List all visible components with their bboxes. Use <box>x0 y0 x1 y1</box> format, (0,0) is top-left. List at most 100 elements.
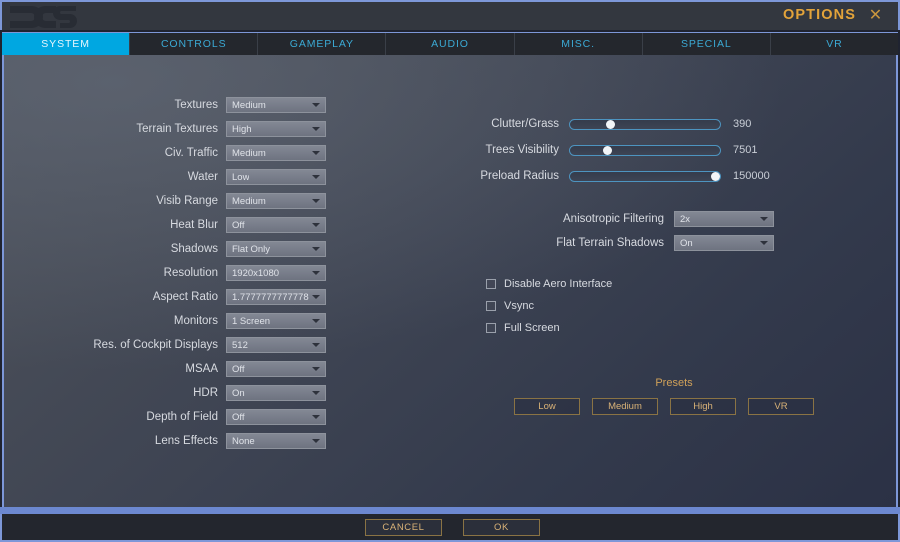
tab-bar: SYSTEMCONTROLSGAMEPLAYAUDIOMISC.SPECIALV… <box>2 32 898 55</box>
dropdown-value: 2x <box>675 214 690 225</box>
dropdown-value: High <box>227 124 252 135</box>
dropdown-anisotropic-filtering[interactable]: 2x <box>674 211 774 227</box>
chevron-down-icon <box>312 103 320 107</box>
dropdown-textures[interactable]: Medium <box>226 97 326 113</box>
setting-row: HDROn <box>4 381 344 405</box>
dcs-logo-icon <box>8 4 78 30</box>
setting-label: Civ. Traffic <box>4 147 226 159</box>
dropdown-heat-blur[interactable]: Off <box>226 217 326 233</box>
setting-label: Flat Terrain Shadows <box>434 237 674 249</box>
dropdown-value: On <box>675 238 693 249</box>
checkbox-full-screen[interactable]: Full Screen <box>486 317 612 339</box>
dropdown-res-of-cockpit-displays[interactable]: 512 <box>226 337 326 353</box>
dropdown-value: Off <box>227 364 245 375</box>
dropdown-flat-terrain-shadows[interactable]: On <box>674 235 774 251</box>
dropdown-value: 1 Screen <box>227 316 270 327</box>
dropdown-resolution[interactable]: 1920x1080 <box>226 265 326 281</box>
slider-trees-visibility[interactable] <box>569 145 721 156</box>
dropdown-shadows[interactable]: Flat Only <box>226 241 326 257</box>
slider-thumb[interactable] <box>603 146 612 155</box>
chevron-down-icon <box>312 199 320 203</box>
checkbox-vsync[interactable]: Vsync <box>486 295 612 317</box>
dropdown-value: 1.7777777777778 <box>227 292 309 303</box>
setting-label: Water <box>4 171 226 183</box>
presets-buttons-row: Low Medium High VR <box>514 398 834 415</box>
slider-preload-radius[interactable] <box>569 171 721 182</box>
setting-row: Monitors1 Screen <box>4 309 344 333</box>
slider-row: Clutter/Grass 390 <box>434 111 770 137</box>
dropdown-depth-of-field[interactable]: Off <box>226 409 326 425</box>
slider-thumb[interactable] <box>606 120 615 129</box>
dropdown-aspect-ratio[interactable]: 1.7777777777778 <box>226 289 326 305</box>
tab-controls[interactable]: CONTROLS <box>130 33 258 55</box>
dropdown-value: Flat Only <box>227 244 270 255</box>
slider-clutter-grass[interactable] <box>569 119 721 130</box>
slider-label: Clutter/Grass <box>434 118 569 130</box>
setting-row: Visib RangeMedium <box>4 189 344 213</box>
dropdown-value: 1920x1080 <box>227 268 279 279</box>
chevron-down-icon <box>312 151 320 155</box>
presets-title: Presets <box>514 377 834 389</box>
setting-row: Flat Terrain ShadowsOn <box>434 231 774 255</box>
setting-label: Visib Range <box>4 195 226 207</box>
setting-label: Depth of Field <box>4 411 226 423</box>
slider-value: 150000 <box>721 170 770 182</box>
setting-row: ShadowsFlat Only <box>4 237 344 261</box>
setting-label: Resolution <box>4 267 226 279</box>
setting-label: Anisotropic Filtering <box>434 213 674 225</box>
tab-misc[interactable]: MISC. <box>515 33 643 55</box>
checkbox-group: Disable Aero Interface VsyncFull Screen <box>486 273 612 339</box>
setting-row: Lens EffectsNone <box>4 429 344 453</box>
slider-value: 390 <box>721 118 751 130</box>
setting-label: Terrain Textures <box>4 123 226 135</box>
dropdown-water[interactable]: Low <box>226 169 326 185</box>
right-dropdown-group: Anisotropic Filtering2x Flat Terrain Shad… <box>434 207 774 255</box>
ok-button[interactable]: OK <box>463 519 540 536</box>
dropdown-hdr[interactable]: On <box>226 385 326 401</box>
tab-gameplay[interactable]: GAMEPLAY <box>258 33 386 55</box>
chevron-down-icon <box>312 223 320 227</box>
checkbox-label: Disable Aero Interface <box>504 278 612 290</box>
dropdown-visib-range[interactable]: Medium <box>226 193 326 209</box>
slider-thumb[interactable] <box>711 172 720 181</box>
dropdown-civ-traffic[interactable]: Medium <box>226 145 326 161</box>
presets-section: Presets Low Medium High VR <box>514 377 834 415</box>
tab-vr[interactable]: VR <box>771 33 898 55</box>
chevron-down-icon <box>312 175 320 179</box>
setting-label: Textures <box>4 99 226 111</box>
setting-label: Shadows <box>4 243 226 255</box>
tab-audio[interactable]: AUDIO <box>386 33 514 55</box>
preset-button-low[interactable]: Low <box>514 398 580 415</box>
dropdown-value: Medium <box>227 196 266 207</box>
checkbox-box-icon[interactable] <box>486 279 496 289</box>
preset-button-high[interactable]: High <box>670 398 736 415</box>
checkbox-box-icon[interactable] <box>486 301 496 311</box>
left-settings-column: TexturesMediumTerrain TexturesHighCiv. T… <box>4 93 344 453</box>
chevron-down-icon <box>312 295 320 299</box>
setting-label: Aspect Ratio <box>4 291 226 303</box>
preset-button-medium[interactable]: Medium <box>592 398 658 415</box>
options-window: OPTIONS ✕ SYSTEMCONTROLSGAMEPLAYAUDIOMIS… <box>0 0 900 542</box>
dropdown-lens-effects[interactable]: None <box>226 433 326 449</box>
footer-divider <box>0 507 900 514</box>
setting-label: MSAA <box>4 363 226 375</box>
chevron-down-icon <box>312 439 320 443</box>
dropdown-value: None <box>227 436 255 447</box>
setting-row: Civ. TrafficMedium <box>4 141 344 165</box>
dropdown-monitors[interactable]: 1 Screen <box>226 313 326 329</box>
cancel-button[interactable]: CANCEL <box>365 519 442 536</box>
tab-special[interactable]: SPECIAL <box>643 33 771 55</box>
window-title: OPTIONS <box>783 7 856 23</box>
close-icon[interactable]: ✕ <box>867 8 884 25</box>
tab-system[interactable]: SYSTEM <box>2 33 130 55</box>
dropdown-msaa[interactable]: Off <box>226 361 326 377</box>
checkbox-box-icon[interactable] <box>486 323 496 333</box>
preset-button-vr[interactable]: VR <box>748 398 814 415</box>
checkbox-disable-aero-interface[interactable]: Disable Aero Interface <box>486 273 612 295</box>
setting-label: HDR <box>4 387 226 399</box>
right-settings-column: Clutter/Grass390Trees Visibility7501Prel… <box>434 55 898 507</box>
options-content-panel: TexturesMediumTerrain TexturesHighCiv. T… <box>2 55 898 507</box>
chevron-down-icon <box>312 319 320 323</box>
dropdown-terrain-textures[interactable]: High <box>226 121 326 137</box>
dropdown-value: On <box>227 388 245 399</box>
